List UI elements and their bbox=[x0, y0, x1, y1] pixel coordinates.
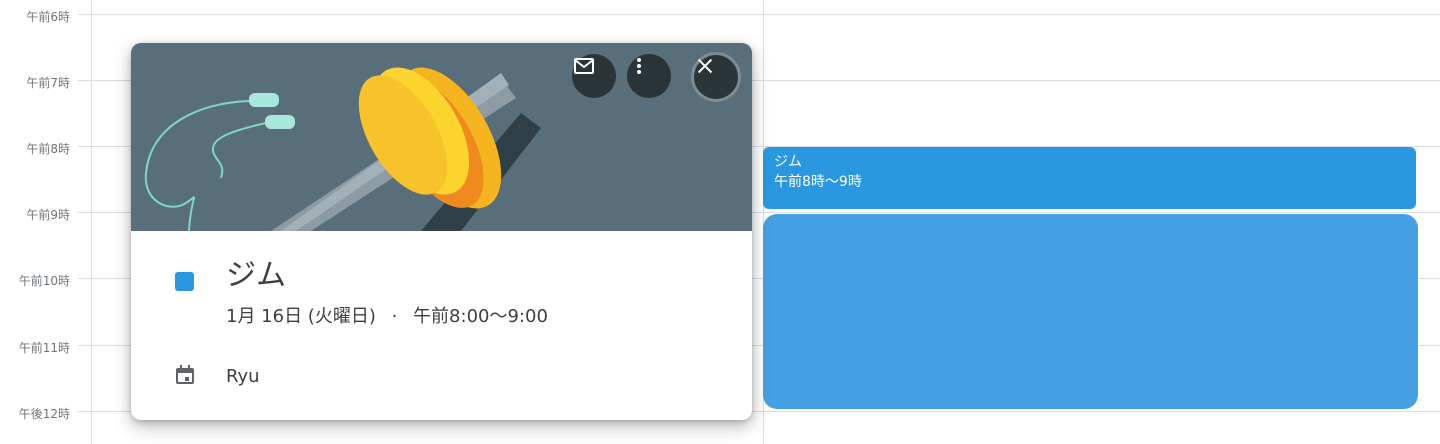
event-title: ジム bbox=[774, 154, 802, 170]
event-details-popup: ジム 1月 16日 (火曜日) · 午前8:00〜9:00 Ryu bbox=[131, 43, 752, 420]
close-button[interactable] bbox=[691, 52, 741, 102]
hour-tick bbox=[78, 411, 92, 412]
event-color-swatch bbox=[175, 272, 194, 291]
day-divider bbox=[91, 0, 92, 444]
event-selection-highlight[interactable] bbox=[763, 214, 1418, 409]
hour-label-7: 午前7時 bbox=[26, 76, 70, 90]
more-options-button[interactable] bbox=[627, 54, 671, 98]
hour-tick bbox=[78, 80, 92, 81]
hour-label-12: 午後12時 bbox=[18, 407, 70, 421]
hour-tick bbox=[78, 146, 92, 147]
hour-label-9: 午前9時 bbox=[26, 208, 70, 222]
more-vert-icon bbox=[637, 58, 641, 74]
event-banner-illustration bbox=[131, 43, 752, 231]
hour-tick bbox=[78, 278, 92, 279]
hour-label-11: 午前11時 bbox=[18, 341, 70, 355]
event-gym[interactable]: ジム 午前8時〜9時 bbox=[763, 147, 1416, 209]
popup-event-title: ジム bbox=[226, 258, 286, 293]
hour-tick bbox=[78, 212, 92, 213]
hour-gridline bbox=[92, 14, 1440, 15]
hour-tick bbox=[78, 345, 92, 346]
popup-event-date: 1月 16日 (火曜日) bbox=[226, 306, 376, 327]
close-icon bbox=[697, 58, 713, 74]
email-icon bbox=[574, 58, 594, 74]
calendar-owner-name: Ryu bbox=[226, 366, 260, 387]
hour-label-10: 午前10時 bbox=[18, 274, 70, 288]
popup-event-datetime: 1月 16日 (火曜日) · 午前8:00〜9:00 bbox=[226, 305, 548, 329]
hour-label-6: 午前6時 bbox=[26, 10, 70, 24]
event-time: 午前8時〜9時 bbox=[774, 174, 862, 190]
popup-event-time: 午前8:00〜9:00 bbox=[413, 306, 548, 327]
calendar-icon bbox=[176, 365, 194, 384]
hour-label-8: 午前8時 bbox=[26, 142, 70, 156]
email-guests-button[interactable] bbox=[572, 54, 616, 98]
hour-tick bbox=[78, 14, 92, 15]
datetime-separator: · bbox=[391, 306, 398, 327]
